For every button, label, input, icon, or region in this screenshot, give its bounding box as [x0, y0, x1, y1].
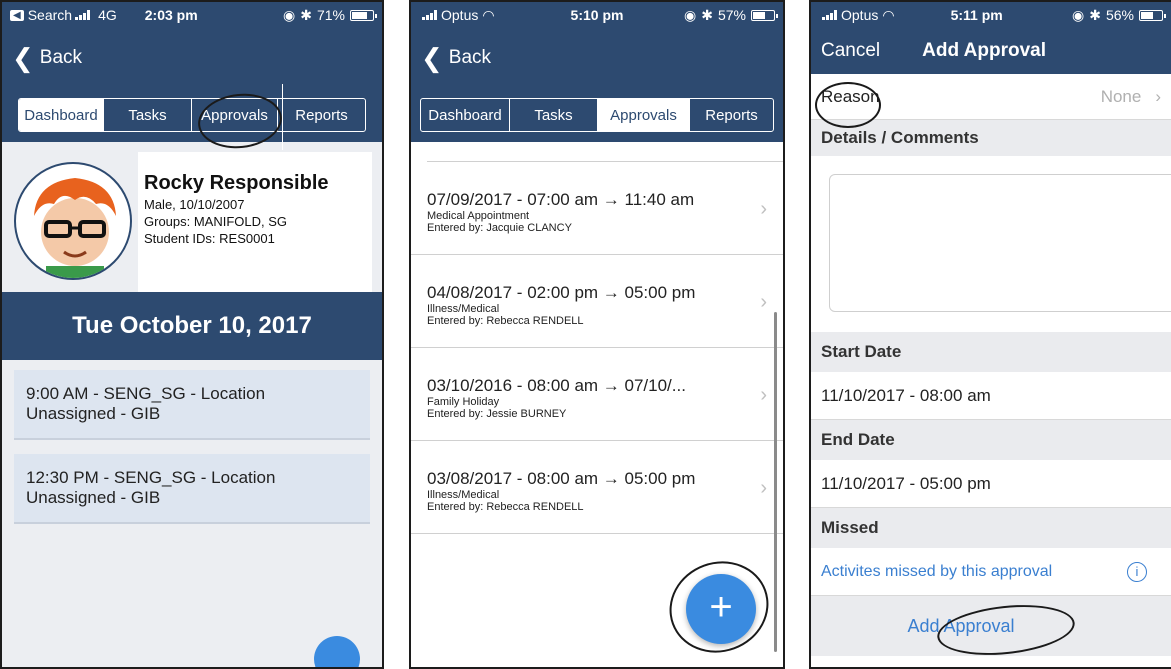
- profile-card: Rocky Responsible Male, 10/10/2007 Group…: [138, 152, 372, 292]
- start-date-field[interactable]: 11/10/2017 - 08:00 am: [811, 372, 1171, 420]
- battery-icon: [1139, 9, 1166, 21]
- approval-reason: Illness/Medical: [427, 303, 500, 315]
- approval-title: 07/09/2017 - 07:00 am → 11:40 am: [427, 190, 695, 209]
- approval-entered-by: Entered by: Jessie BURNEY: [427, 408, 567, 420]
- bluetooth-icon: ✱: [1089, 6, 1101, 23]
- approval-entered-by: Entered by: Rebecca RENDELL: [427, 315, 584, 327]
- annotation-circle: [656, 547, 782, 667]
- wifi-icon: ◠: [882, 6, 895, 23]
- nav-title: Add Approval: [922, 40, 1047, 61]
- battery-percent: 56%: [1105, 7, 1134, 23]
- approval-row[interactable]: 03/08/2017 - 08:00 am → 05:00 pm Illness…: [411, 441, 783, 534]
- approvals-list: 07/09/2017 - 07:00 am → 11:40 am Medical…: [411, 142, 783, 667]
- date-header: Tue October 10, 2017: [72, 312, 312, 339]
- chevron-right-icon: ›: [760, 198, 767, 220]
- back-to-search-icon[interactable]: ◀: [10, 9, 24, 21]
- tab-tasks[interactable]: Tasks: [509, 99, 597, 131]
- missed-header: Missed: [811, 508, 1171, 548]
- approval-row[interactable]: 04/08/2017 - 02:00 pm → 05:00 pm Illness…: [411, 255, 783, 348]
- annotation-line: [282, 84, 283, 150]
- chevron-right-icon: ›: [760, 477, 767, 499]
- segment-wrapper: Dashboard Tasks Approvals Reports: [411, 88, 783, 142]
- approval-reason: Medical Appointment: [427, 210, 530, 222]
- screen-add-approval: Optus ◠ 5:11 pm ◉ ✱ 56% Cancel Add Appro…: [809, 0, 1171, 669]
- student-details: Male, 10/10/2007: [144, 197, 245, 212]
- signal-icon: [822, 10, 838, 20]
- status-bar: Optus ◠ 5:11 pm ◉ ✱ 56%: [811, 2, 1171, 28]
- approval-entered-by: Entered by: Rebecca RENDELL: [427, 501, 584, 513]
- tab-dashboard[interactable]: Dashboard: [421, 99, 509, 131]
- network-label: 4G: [98, 7, 117, 23]
- start-date-header: Start Date: [811, 332, 1171, 372]
- segment-wrapper: Dashboard Tasks Approvals Reports: [2, 88, 382, 142]
- details-section: [811, 156, 1171, 332]
- chevron-left-icon[interactable]: ❮: [12, 45, 34, 71]
- cartoon-avatar-icon: [34, 178, 116, 278]
- profile-section: Rocky Responsible Male, 10/10/2007 Group…: [2, 142, 382, 292]
- tab-reports[interactable]: Reports: [689, 99, 773, 131]
- alarm-icon: ◉: [1072, 6, 1085, 23]
- back-button[interactable]: Back: [449, 47, 491, 69]
- details-textarea[interactable]: [829, 174, 1171, 312]
- nav-bar: Cancel Add Approval: [811, 28, 1171, 74]
- approval-title: 03/08/2017 - 08:00 am → 05:00 pm: [427, 469, 696, 488]
- details-header: Details / Comments: [811, 120, 1171, 156]
- battery-icon: [751, 9, 778, 21]
- battery-icon: [350, 9, 377, 21]
- event-item[interactable]: 12:30 PM - SENG_SG - Location Unassigned…: [14, 454, 370, 524]
- tab-approvals[interactable]: Approvals: [597, 99, 689, 131]
- chevron-right-icon: ›: [760, 291, 767, 313]
- info-icon[interactable]: i: [1127, 561, 1147, 582]
- battery-percent: 71%: [316, 7, 345, 23]
- approval-entered-by: Entered by: Jacquie CLANCY: [427, 222, 572, 234]
- chevron-right-icon: ›: [1155, 86, 1161, 106]
- reason-value: None: [1100, 86, 1142, 106]
- student-groups: Groups: MANIFOLD, SG: [144, 214, 288, 229]
- signal-icon: [75, 10, 91, 20]
- chevron-right-icon: ›: [760, 384, 767, 406]
- approval-title: 04/08/2017 - 02:00 pm → 05:00 pm: [427, 283, 696, 302]
- status-bar: ◀ Search 4G 2:03 pm ◉ ✱ 71%: [2, 2, 382, 28]
- approval-title: 03/10/2016 - 08:00 am → 07/10/...: [427, 376, 686, 395]
- nav-bar: ❮ Back: [2, 28, 382, 88]
- event-item[interactable]: 9:00 AM - SENG_SG - Location Unassigned …: [14, 370, 370, 440]
- back-button[interactable]: Back: [40, 47, 82, 69]
- screen-approvals: Optus ◠ 5:10 pm ◉ ✱ 57% ❮ Back Dashboard…: [409, 0, 785, 669]
- approval-row[interactable]: 03/10/2016 - 08:00 am → 07/10/... Family…: [411, 348, 783, 441]
- time-label: 2:03 pm: [144, 7, 198, 23]
- approval-reason: Family Holiday: [427, 396, 500, 408]
- tab-dashboard[interactable]: Dashboard: [19, 99, 103, 131]
- carrier-label: Search: [27, 7, 73, 23]
- time-label: 5:10 pm: [570, 7, 624, 23]
- cancel-button[interactable]: Cancel: [821, 40, 880, 62]
- chevron-left-icon[interactable]: ❮: [421, 45, 443, 71]
- bluetooth-icon: ✱: [300, 6, 312, 23]
- annotation-circle: [815, 82, 881, 128]
- time-label: 5:11 pm: [950, 7, 1003, 23]
- screen-dashboard: ◀ Search 4G 2:03 pm ◉ ✱ 71% ❮ Back Dashb…: [0, 0, 384, 669]
- missed-activities-row[interactable]: Activites missed by this approval i: [811, 548, 1171, 596]
- missed-activities-link[interactable]: Activites missed by this approval: [821, 563, 1052, 581]
- approval-row[interactable]: 07/09/2017 - 07:00 am → 11:40 am Medical…: [411, 162, 783, 255]
- status-bar: Optus ◠ 5:10 pm ◉ ✱ 57%: [411, 2, 783, 28]
- scrollbar[interactable]: [774, 312, 777, 652]
- student-ids: Student IDs: RES0001: [144, 231, 275, 246]
- events-list: 9:00 AM - SENG_SG - Location Unassigned …: [2, 360, 382, 667]
- end-date-field[interactable]: 11/10/2017 - 05:00 pm: [811, 460, 1171, 508]
- approval-reason: Illness/Medical: [427, 489, 500, 501]
- tab-control: Dashboard Tasks Approvals Reports: [18, 98, 366, 132]
- alarm-icon: ◉: [283, 6, 296, 23]
- end-date-header: End Date: [811, 420, 1171, 460]
- avatar: [14, 162, 132, 280]
- student-name: Rocky Responsible: [144, 172, 329, 194]
- tab-control: Dashboard Tasks Approvals Reports: [420, 98, 774, 132]
- tab-reports[interactable]: Reports: [277, 99, 365, 131]
- carrier-label: Optus: [841, 7, 879, 23]
- nav-bar: ❮ Back: [411, 28, 783, 88]
- tab-tasks[interactable]: Tasks: [103, 99, 191, 131]
